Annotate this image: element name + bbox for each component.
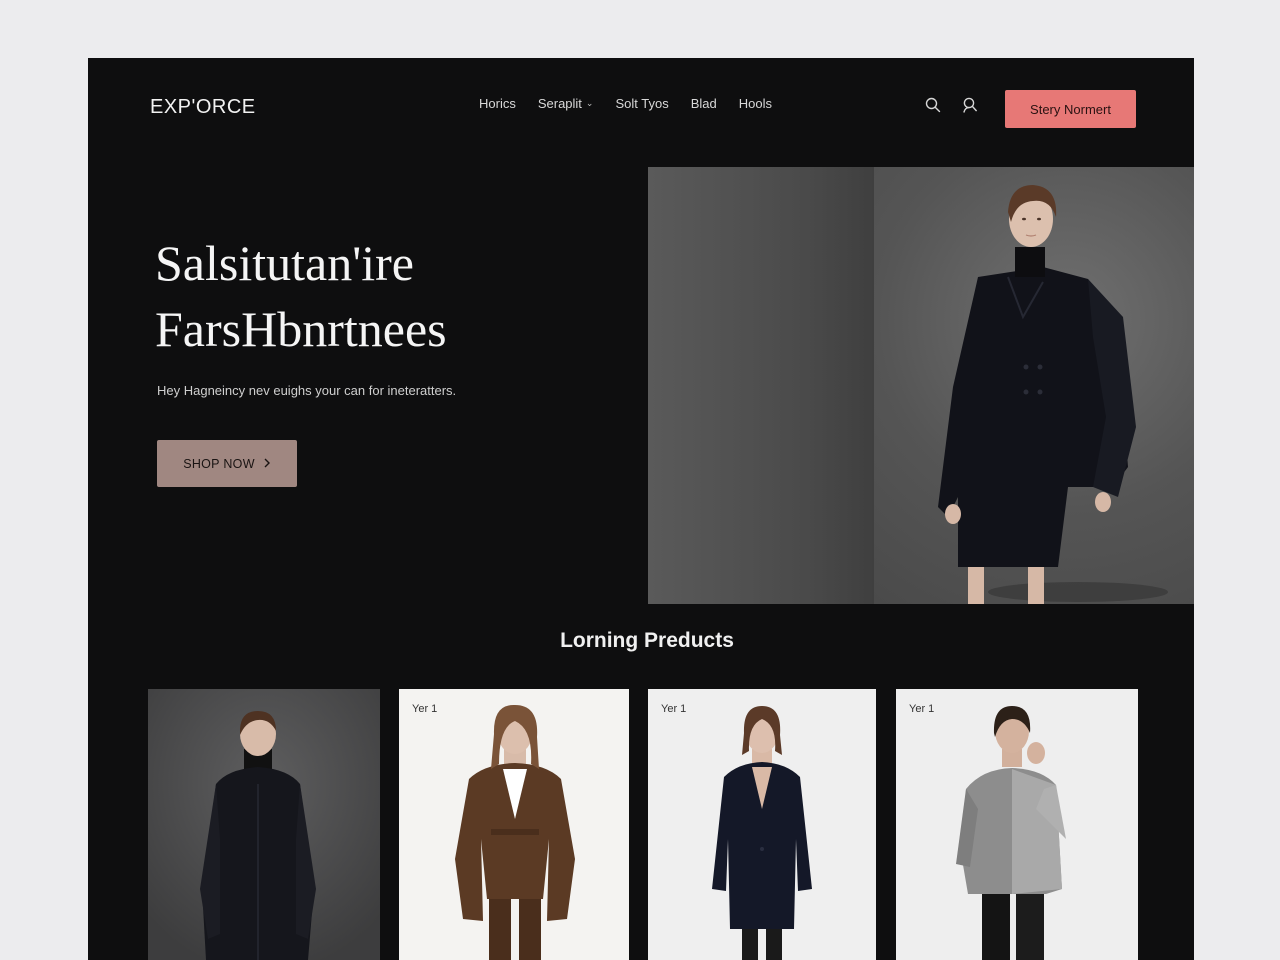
hero-image bbox=[648, 167, 1194, 604]
product-tag: Yer 1 bbox=[661, 703, 687, 715]
nav-item-label: Hools bbox=[738, 96, 772, 111]
hero-subtitle: Hey Hagneincy nev euighs your can for in… bbox=[157, 383, 457, 398]
nav-item-hools[interactable]: Hools bbox=[739, 96, 772, 111]
product-tag: Yer 1 bbox=[412, 703, 438, 715]
hero-title: Salsitutan'ire FarsHbnrtnees bbox=[155, 230, 447, 362]
shop-now-button[interactable]: SHOP NOW bbox=[157, 440, 297, 487]
product-card[interactable]: Yer 1 bbox=[399, 689, 629, 960]
product-image bbox=[712, 706, 812, 960]
product-tag: Yer 1 bbox=[909, 703, 935, 715]
search-icon[interactable] bbox=[924, 96, 942, 114]
product-image bbox=[956, 706, 1066, 960]
nav-item-blad[interactable]: Blad bbox=[691, 96, 717, 111]
main-nav: Horics Seraplit ⌄ Solt Tyos Blad Hools bbox=[479, 96, 772, 111]
nav-item-label: Horics bbox=[479, 96, 516, 111]
nav-item-seraplit[interactable]: Seraplit ⌄ bbox=[538, 96, 594, 111]
section-title: Lorning Preducts bbox=[560, 629, 734, 652]
chevron-down-icon: ⌄ bbox=[585, 98, 594, 108]
page-frame: EXP'ORCE Horics Seraplit ⌄ Solt Tyos Bla… bbox=[88, 58, 1194, 960]
product-card[interactable]: Yer 1 bbox=[648, 689, 876, 960]
hero-title-line-1: Salsitutan'ire bbox=[155, 235, 414, 291]
brand-logo[interactable]: EXP'ORCE bbox=[150, 96, 256, 119]
nav-item-label: Seraplit bbox=[537, 96, 582, 111]
product-image bbox=[455, 704, 575, 960]
product-card[interactable] bbox=[148, 689, 380, 960]
product-card[interactable]: Yer 1 bbox=[896, 689, 1138, 960]
nav-item-label: Blad bbox=[690, 96, 717, 111]
cta-button[interactable]: Stery Normert bbox=[1005, 90, 1136, 128]
chevron-right-icon bbox=[263, 457, 271, 471]
product-image bbox=[148, 689, 380, 960]
hero-model-figure bbox=[938, 185, 1168, 604]
hero-title-line-2: FarsHbnrtnees bbox=[155, 301, 447, 357]
nav-item-horics[interactable]: Horics bbox=[479, 96, 516, 111]
shop-now-label: SHOP NOW bbox=[183, 456, 255, 471]
user-search-icon[interactable] bbox=[961, 96, 979, 114]
nav-item-label: Solt Tyos bbox=[615, 96, 669, 111]
nav-item-solt-tyos[interactable]: Solt Tyos bbox=[615, 96, 668, 111]
